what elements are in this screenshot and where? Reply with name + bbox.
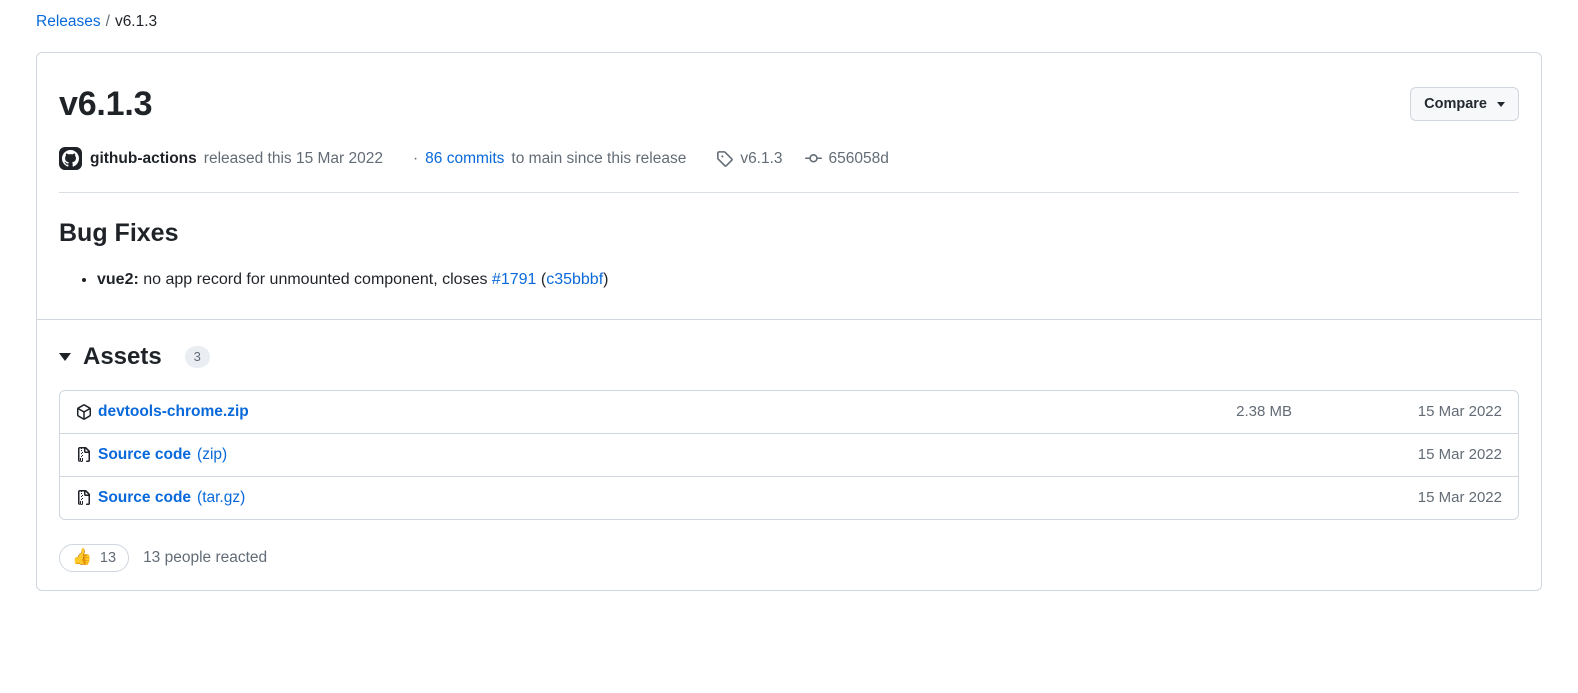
asset-link[interactable]: Source code [98, 444, 191, 466]
commit-icon [804, 150, 822, 167]
asset-name-cell: Source code (tar.gz) [76, 487, 1112, 509]
table-row[interactable]: Source code (tar.gz) 15 Mar 2022 [60, 476, 1518, 519]
commits-link[interactable]: 86 commits [425, 148, 504, 170]
compare-button[interactable]: Compare [1410, 87, 1519, 121]
breadcrumb: Releases / v6.1.3 [0, 0, 1578, 32]
release-card: v6.1.3 Compare github-actions released t… [36, 52, 1542, 591]
issue-link[interactable]: #1791 [492, 271, 537, 288]
change-scope: vue2: [97, 271, 139, 288]
assets-count-badge: 3 [184, 346, 210, 368]
release-notes-heading: Bug Fixes [59, 219, 179, 247]
triangle-down-icon[interactable] [59, 353, 71, 361]
table-row[interactable]: devtools-chrome.zip 2.38 MB 15 Mar 2022 [60, 391, 1518, 433]
avatar[interactable] [59, 147, 82, 170]
assets-title: Assets [83, 343, 162, 370]
release-notes-list: vue2: no app record for unmounted compon… [59, 267, 1519, 293]
commits-suffix-text: to main since this release [511, 149, 687, 167]
file-zip-icon [76, 490, 92, 506]
commits-prefix: · [413, 149, 419, 167]
paren-close: ) [603, 271, 609, 288]
compare-button-label: Compare [1424, 96, 1487, 112]
thumbsup-reaction-button[interactable]: 👍 13 [59, 544, 130, 572]
reaction-count: 13 [99, 550, 117, 566]
asset-date: 15 Mar 2022 [1417, 403, 1502, 420]
tag-icon [716, 150, 734, 167]
release-page: Releases / v6.1.3 v6.1.3 Compare github-… [0, 0, 1578, 591]
asset-name-cell: Source code (zip) [76, 444, 1112, 466]
release-notes: Bug Fixes vue2: no app record for unmoun… [59, 217, 1519, 319]
assets-section: Assets 3 devtools-chrome.zip 2.38 MB 15 … [37, 320, 1541, 590]
table-row[interactable]: Source code (zip) 15 Mar 2022 [60, 433, 1518, 476]
asset-date: 15 Mar 2022 [1417, 489, 1502, 506]
asset-date: 15 Mar 2022 [1417, 446, 1502, 463]
thumbsup-icon: 👍 [72, 549, 92, 566]
breadcrumb-releases-link[interactable]: Releases [36, 12, 101, 32]
release-author[interactable]: github-actions [90, 148, 197, 170]
breadcrumb-separator: / [105, 13, 110, 30]
asset-suffix: (tar.gz) [197, 489, 246, 506]
release-title: v6.1.3 [59, 85, 153, 123]
asset-link[interactable]: devtools-chrome.zip [98, 401, 249, 423]
reactions-summary: 13 people reacted [143, 549, 268, 566]
asset-size: 2.38 MB [1236, 403, 1292, 420]
release-title-row: v6.1.3 Compare [59, 77, 1519, 125]
package-icon [76, 404, 92, 420]
file-zip-icon [76, 447, 92, 463]
chevron-down-icon [1497, 101, 1505, 107]
assets-list: devtools-chrome.zip 2.38 MB 15 Mar 2022 … [59, 390, 1519, 520]
release-tag-name: v6.1.3 [740, 149, 783, 167]
asset-name-cell: devtools-chrome.zip [76, 401, 1112, 423]
meta-divider [59, 192, 1519, 193]
asset-link[interactable]: Source code [98, 487, 191, 509]
assets-header[interactable]: Assets 3 [59, 342, 1519, 372]
breadcrumb-current: v6.1.3 [114, 13, 158, 30]
change-text: no app record for unmounted component, c… [143, 271, 488, 288]
commit-link[interactable]: c35bbbf [546, 271, 603, 288]
list-item: vue2: no app record for unmounted compon… [97, 267, 1519, 293]
release-commit-sha: 656058d [828, 149, 889, 167]
release-card-body: v6.1.3 Compare github-actions released t… [37, 53, 1541, 319]
release-published-text: released this 15 Mar 2022 [203, 149, 383, 167]
reactions-row: 👍 13 13 people reacted [59, 544, 1519, 572]
asset-suffix: (zip) [197, 446, 228, 463]
release-meta-row: github-actions released this 15 Mar 2022… [59, 147, 1519, 170]
